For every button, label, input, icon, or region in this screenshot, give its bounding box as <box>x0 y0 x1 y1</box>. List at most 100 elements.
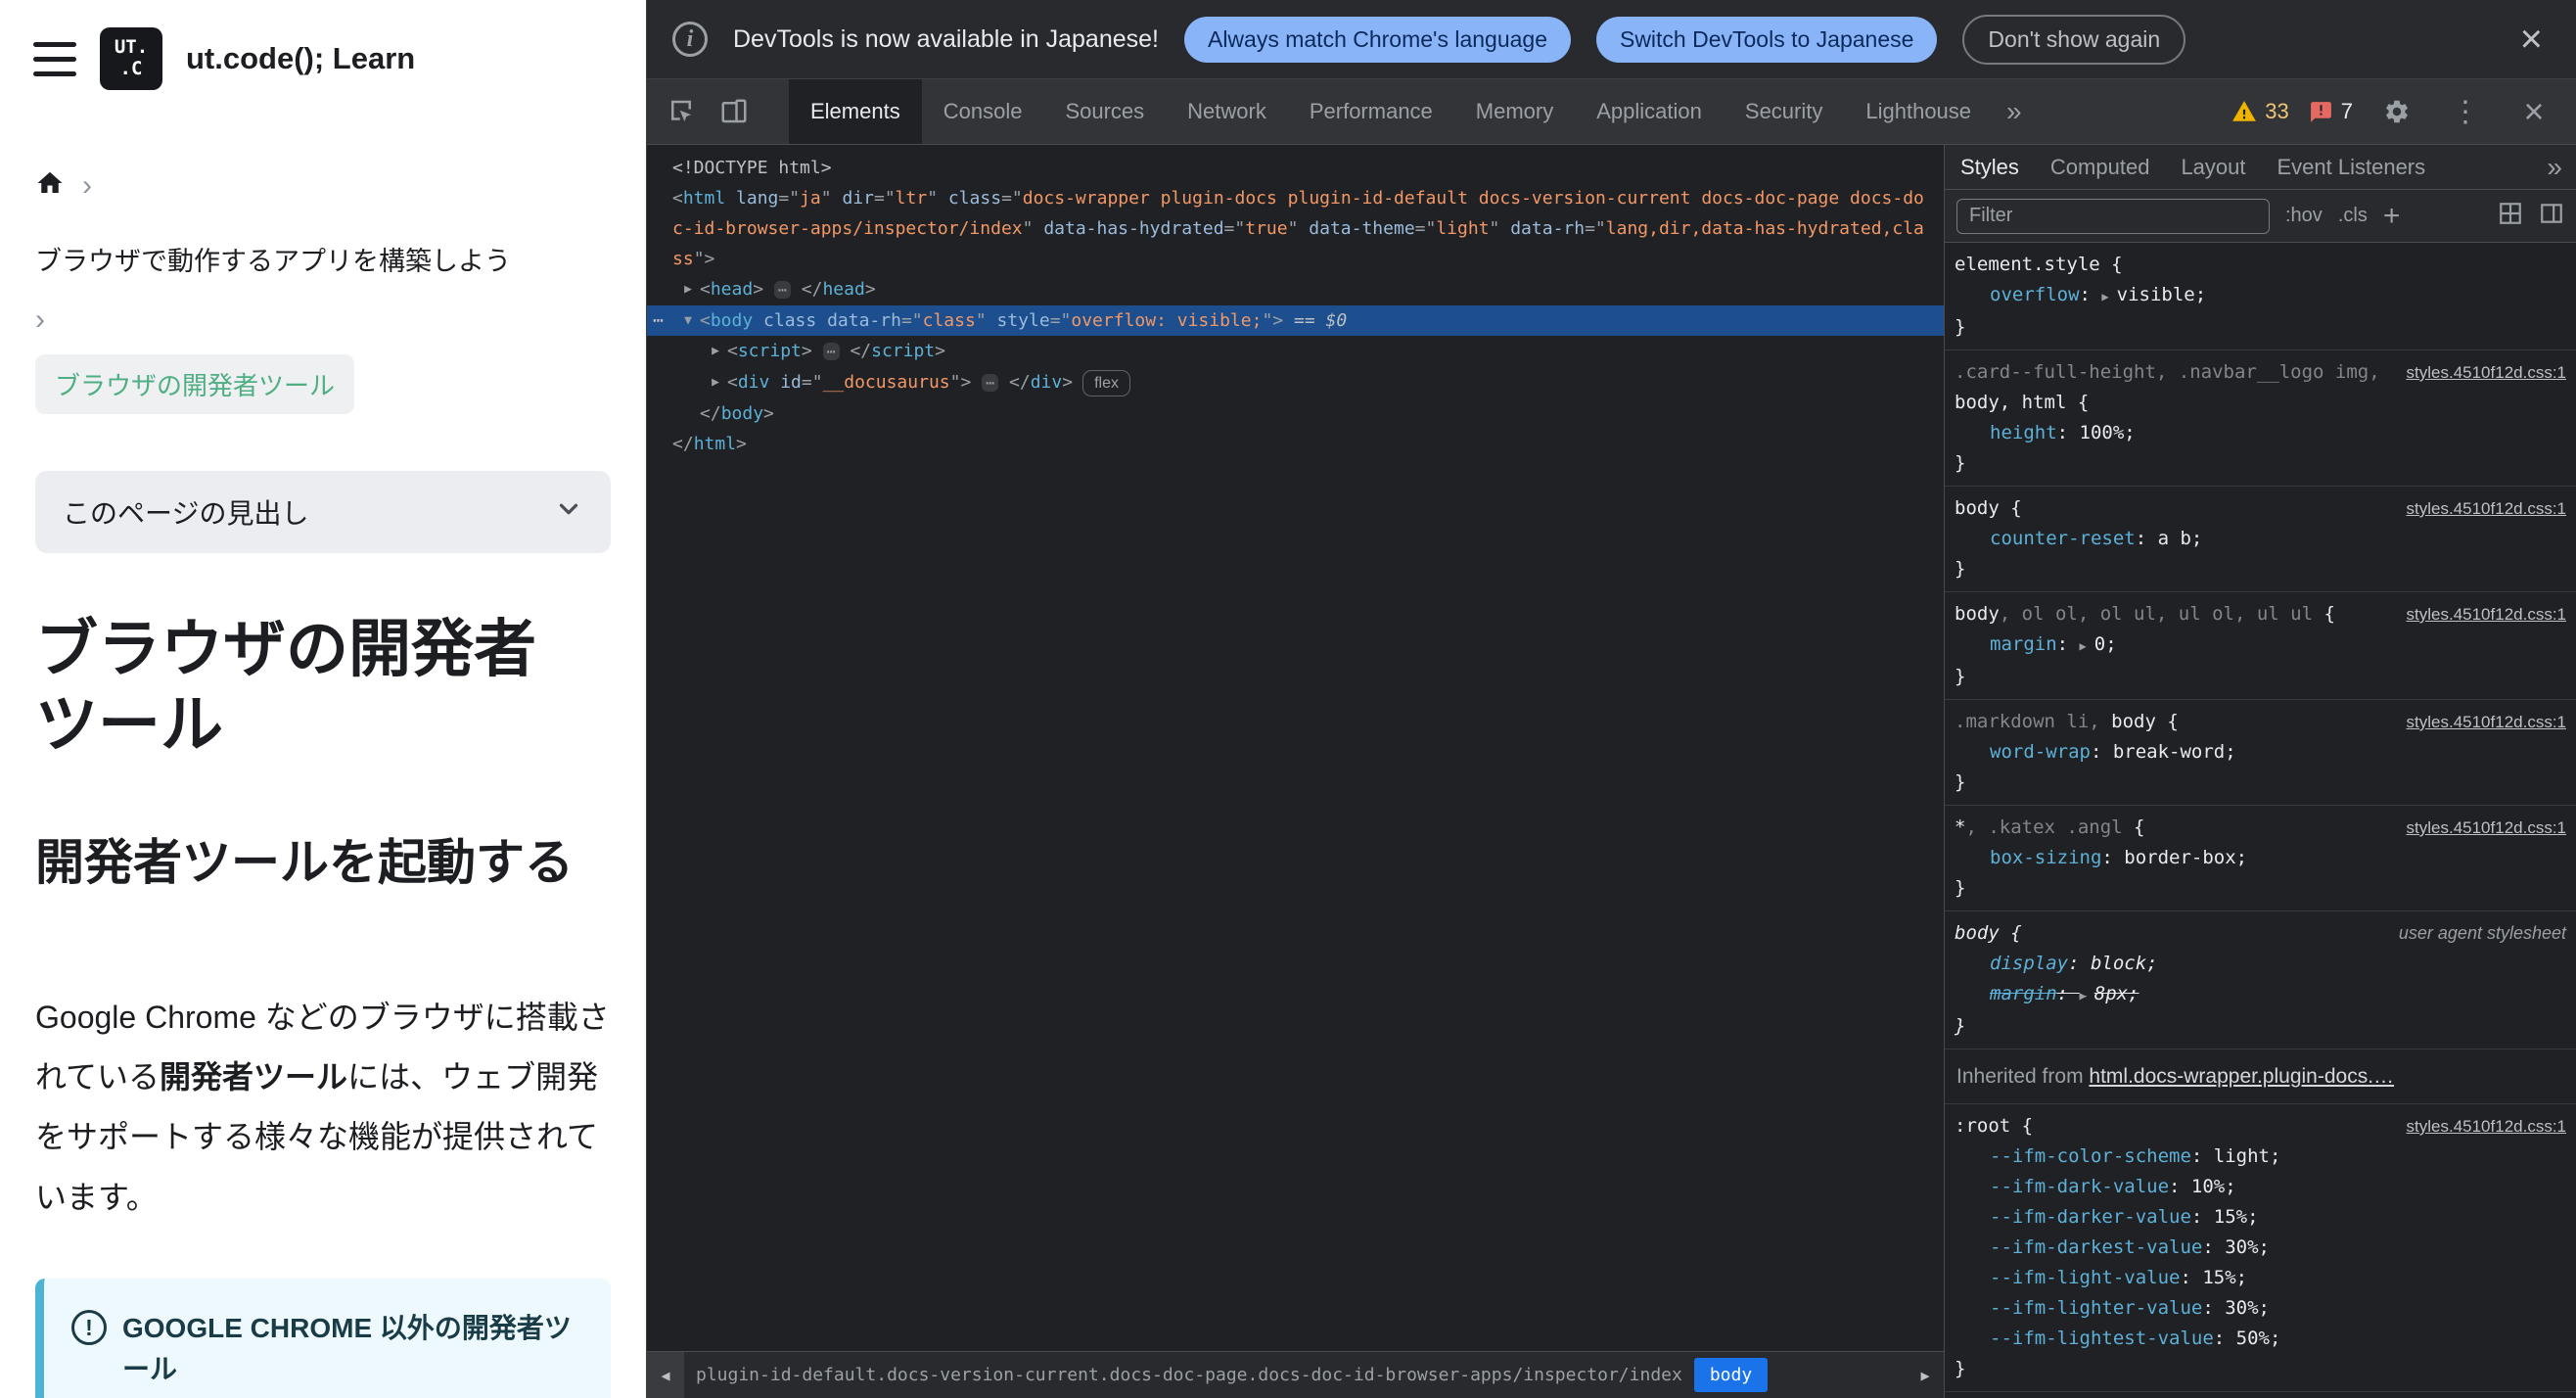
collapse-arrow-icon[interactable]: ▼ <box>676 305 700 336</box>
devtools-infobar: i DevTools is now available in Japanese!… <box>647 0 2576 79</box>
tab-security[interactable]: Security <box>1724 79 1844 144</box>
hamburger-menu-button[interactable] <box>33 41 76 76</box>
toc-toggle[interactable]: このページの見出し <box>35 471 611 553</box>
tab-application[interactable]: Application <box>1575 79 1724 144</box>
site-logo[interactable]: UT. .C <box>100 27 162 90</box>
grid-overlay-icon[interactable] <box>2498 201 2523 231</box>
dom-node-line[interactable]: </html> <box>647 429 1944 459</box>
stylesheet-link[interactable]: styles.4510f12d.css:1 <box>2407 357 2566 388</box>
new-style-rule-icon[interactable]: + <box>2383 201 2401 231</box>
site-title[interactable]: ut.code(); Learn <box>186 41 415 76</box>
kebab-menu-icon[interactable]: ⋮ <box>2441 87 2490 136</box>
dom-node-line[interactable]: </body> <box>647 398 1944 429</box>
dom-node-line[interactable]: ▶ <div id="__docusaurus"> ⋯ </div> flex <box>647 367 1944 398</box>
stylesheet-link[interactable]: styles.4510f12d.css:1 <box>2407 1111 2566 1142</box>
css-property[interactable]: display: block; <box>1955 949 2566 979</box>
tab-performance[interactable]: Performance <box>1288 79 1454 144</box>
stylesheet-link[interactable]: styles.4510f12d.css:1 <box>2407 813 2566 843</box>
style-rule: element.style {overflow: ▶ visible;} <box>1945 243 2576 350</box>
sidebar-tab-event-listeners[interactable]: Event Listeners <box>2262 145 2442 189</box>
expand-arrow-icon[interactable]: ▶ <box>676 274 700 304</box>
section-heading: 開発者ツールを起動する <box>35 834 574 890</box>
inherited-element-link[interactable]: html.docs-wrapper.plugin-docs.… <box>2089 1065 2394 1088</box>
breadcrumb-current: ブラウザの開発者ツール <box>35 354 355 414</box>
computed-sidebar-toggle-icon[interactable] <box>2539 201 2564 231</box>
expand-arrow-icon[interactable]: ▶ <box>704 336 727 366</box>
expand-value-icon[interactable]: ▶ <box>2080 989 2087 1002</box>
tab-console[interactable]: Console <box>922 79 1044 144</box>
issue-count[interactable]: 7 <box>2309 99 2353 124</box>
breadcrumb-selected-node[interactable]: body <box>1693 1358 1769 1392</box>
more-tabs-icon[interactable]: » <box>1993 79 2036 144</box>
user-agent-note: user agent stylesheet <box>2398 923 2566 943</box>
rule-selector[interactable]: body { <box>1955 918 2387 949</box>
flex-badge[interactable]: flex <box>1082 369 1130 396</box>
devtools-close-icon[interactable]: × <box>2509 87 2558 136</box>
dom-node-line[interactable]: ▶ <head> ⋯ </head> <box>647 274 1944 305</box>
css-property[interactable]: --ifm-darker-value: 15%; <box>1955 1202 2566 1233</box>
css-property[interactable]: word-wrap: break-word; <box>1955 737 2566 768</box>
toggle-classes-button[interactable]: .cls <box>2338 205 2368 227</box>
css-property[interactable]: --ifm-darkest-value: 30%; <box>1955 1233 2566 1263</box>
sidebar-more-tabs-icon[interactable]: » <box>2533 145 2576 189</box>
switch-devtools-japanese-button[interactable]: Switch DevTools to Japanese <box>1595 16 1938 63</box>
rule-selector[interactable]: .card--full-height, .navbar__logo img, b… <box>1955 357 2395 418</box>
style-rule: body { styles.4510f12d.css:1 counter-reset… <box>1945 487 2576 592</box>
tab-sources[interactable]: Sources <box>1043 79 1166 144</box>
admonition-title: GOOGLE CHROME 以外の開発者ツール <box>122 1313 572 1385</box>
tab-lighthouse[interactable]: Lighthouse <box>1844 79 1993 144</box>
toggle-pseudo-state-button[interactable]: :hov <box>2285 205 2323 227</box>
css-property[interactable]: --ifm-color-scheme: light; <box>1955 1142 2566 1172</box>
styles-filter-input[interactable] <box>1956 198 2270 234</box>
css-property[interactable]: box-sizing: border-box; <box>1955 843 2566 873</box>
css-property[interactable]: overflow: ▶ visible; <box>1955 280 2566 312</box>
css-property[interactable]: --ifm-dark-value: 10%; <box>1955 1172 2566 1202</box>
rule-selector[interactable]: body { <box>1955 493 2395 524</box>
infobar-close-icon[interactable]: × <box>2512 20 2551 59</box>
rule-selector[interactable]: element.style { <box>1955 250 2566 280</box>
breadcrumb-path[interactable]: plugin-id-default.docs-version-current.d… <box>684 1365 1694 1385</box>
rule-selector[interactable]: body, ol ol, ol ul, ul ol, ul ul { <box>1955 599 2395 629</box>
expand-value-icon[interactable]: ▶ <box>2080 639 2087 653</box>
sidebar-tab-computed[interactable]: Computed <box>2035 145 2166 189</box>
home-icon[interactable] <box>35 168 65 203</box>
dom-node-line[interactable]: <!DOCTYPE html> <box>647 153 1944 183</box>
dont-show-again-button[interactable]: Don't show again <box>1962 14 2186 65</box>
dom-node-line[interactable]: ▶ <script> ⋯ </script> <box>647 336 1944 367</box>
always-match-language-button[interactable]: Always match Chrome's language <box>1183 16 1571 63</box>
tab-elements[interactable]: Elements <box>789 79 922 144</box>
stylesheet-link[interactable]: styles.4510f12d.css:1 <box>2407 599 2566 629</box>
elements-panel: <!DOCTYPE html> <html lang="ja" dir="ltr"… <box>647 145 1944 1398</box>
tab-memory[interactable]: Memory <box>1454 79 1575 144</box>
rule-selector[interactable]: *, .katex .angl { <box>1955 813 2395 843</box>
settings-gear-icon[interactable] <box>2372 87 2421 136</box>
breadcrumb-chevron-icon: › <box>82 168 92 202</box>
node-options-icon[interactable]: ⋯ <box>653 305 665 336</box>
tab-network[interactable]: Network <box>1166 79 1288 144</box>
css-property[interactable]: --ifm-lighter-value: 30%; <box>1955 1293 2566 1324</box>
sidebar-tab-styles[interactable]: Styles <box>1945 145 2035 189</box>
css-property[interactable]: height: 100%; <box>1955 418 2566 448</box>
rule-selector[interactable]: .markdown li, body { <box>1955 707 2395 737</box>
css-property[interactable]: --ifm-light-value: 15%; <box>1955 1263 2566 1293</box>
breadcrumb-scroll-left-icon[interactable]: ◀ <box>647 1352 684 1398</box>
style-rule: body { user agent stylesheet display: bloc… <box>1945 911 2576 1049</box>
css-property[interactable]: margin: ▶ 0; <box>1955 629 2566 662</box>
css-property[interactable]: --ifm-lightest-value: 50%; <box>1955 1324 2566 1354</box>
css-property[interactable]: margin: ▶ 8px; <box>1955 979 2566 1011</box>
breadcrumb-scroll-right-icon[interactable]: ▶ <box>1907 1352 1944 1398</box>
breadcrumb-section[interactable]: ブラウザで動作するアプリを構築しよう <box>35 240 611 278</box>
dom-node-line[interactable]: <html lang="ja" dir="ltr" class="docs-wr… <box>647 183 1944 274</box>
stylesheet-link[interactable]: styles.4510f12d.css:1 <box>2407 493 2566 524</box>
css-property[interactable]: counter-reset: a b; <box>1955 524 2566 554</box>
expand-value-icon[interactable]: ▶ <box>2101 290 2108 303</box>
sidebar-tab-layout[interactable]: Layout <box>2165 145 2261 189</box>
device-toolbar-icon[interactable] <box>710 87 759 136</box>
dom-node-line[interactable]: ▼ ⋯ <body class data-rh="class" style="ove… <box>647 305 1944 336</box>
panel-tabs: Elements Console Sources Network Performance… <box>789 79 1993 144</box>
rule-selector[interactable]: :root { <box>1955 1111 2395 1142</box>
expand-arrow-icon[interactable]: ▶ <box>704 367 727 397</box>
warning-count[interactable]: 33 <box>2231 99 2289 124</box>
stylesheet-link[interactable]: styles.4510f12d.css:1 <box>2407 707 2566 737</box>
inspect-element-icon[interactable] <box>657 87 706 136</box>
